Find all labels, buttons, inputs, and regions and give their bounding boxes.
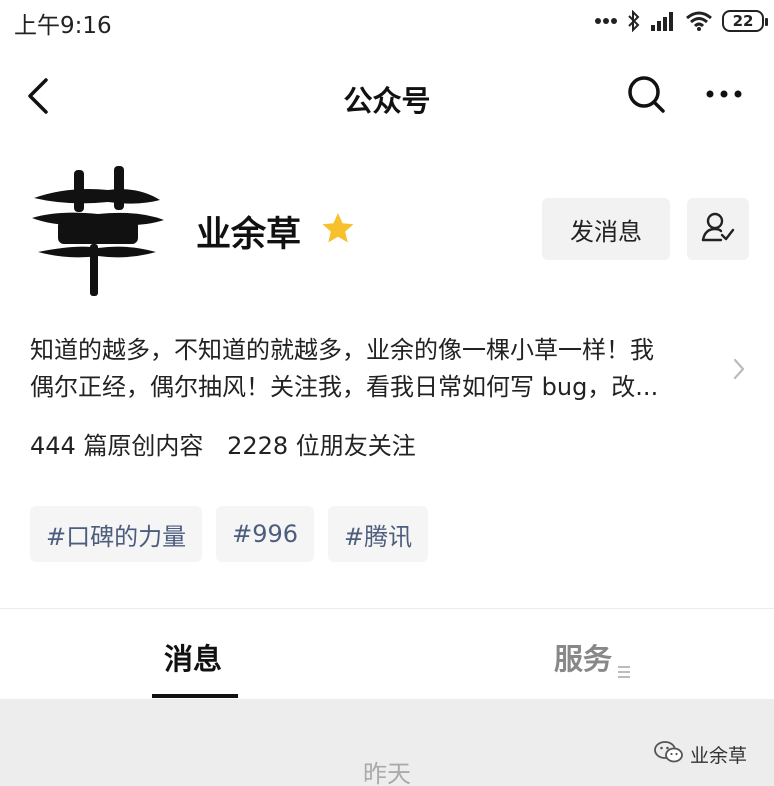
watermark: 业余草 <box>654 740 747 769</box>
dots-icon <box>594 17 618 25</box>
chevron-right-icon[interactable] <box>730 356 748 382</box>
user-check-icon <box>701 212 735 246</box>
tag-list: #口碑的力量 #996 #腾讯 <box>30 506 429 562</box>
follower-count: 2228 位朋友关注 <box>227 432 416 460</box>
follow-button[interactable] <box>687 198 749 260</box>
account-description[interactable]: 知道的越多，不知道的就越多，业余的像一棵小草一样！我 偶尔正经，偶尔抽风！关注我… <box>30 332 720 406</box>
search-icon[interactable] <box>626 74 666 114</box>
more-icon[interactable] <box>704 82 744 106</box>
status-time: 上午9:16 <box>14 13 112 39</box>
tag-chip[interactable]: #996 <box>216 506 315 562</box>
original-count: 444 篇原创内容 <box>30 432 204 460</box>
status-icons: 22 <box>594 6 768 36</box>
tag-chip[interactable]: #腾讯 <box>328 506 429 562</box>
nav-bar: 公众号 <box>0 60 774 130</box>
send-message-button[interactable]: 发消息 <box>542 198 670 260</box>
tab-services[interactable]: 服务 <box>554 636 631 678</box>
tab-messages[interactable]: 消息 <box>164 636 222 678</box>
watermark-text: 业余草 <box>690 745 748 767</box>
star-icon <box>320 210 356 246</box>
battery-icon: 22 <box>722 10 768 32</box>
menu-lines-icon <box>618 652 631 678</box>
account-name: 业余草 <box>196 215 302 255</box>
wifi-icon <box>685 10 713 32</box>
signal-icon <box>650 11 676 31</box>
avatar[interactable] <box>28 160 166 300</box>
wechat-icon <box>654 740 684 769</box>
description-line: 偶尔正经，偶尔抽风！关注我，看我日常如何写 bug，改... <box>30 373 659 401</box>
account-stats: 444 篇原创内容 2228 位朋友关注 <box>30 426 416 461</box>
tab-services-label: 服务 <box>554 642 613 676</box>
description-line: 知道的越多，不知道的就越多，业余的像一棵小草一样！我 <box>30 336 654 364</box>
divider <box>0 608 774 609</box>
tag-chip[interactable]: #口碑的力量 <box>30 506 203 562</box>
status-bar: 上午9:16 22 <box>0 0 774 44</box>
bluetooth-icon <box>627 10 641 32</box>
active-tab-indicator <box>152 694 238 698</box>
